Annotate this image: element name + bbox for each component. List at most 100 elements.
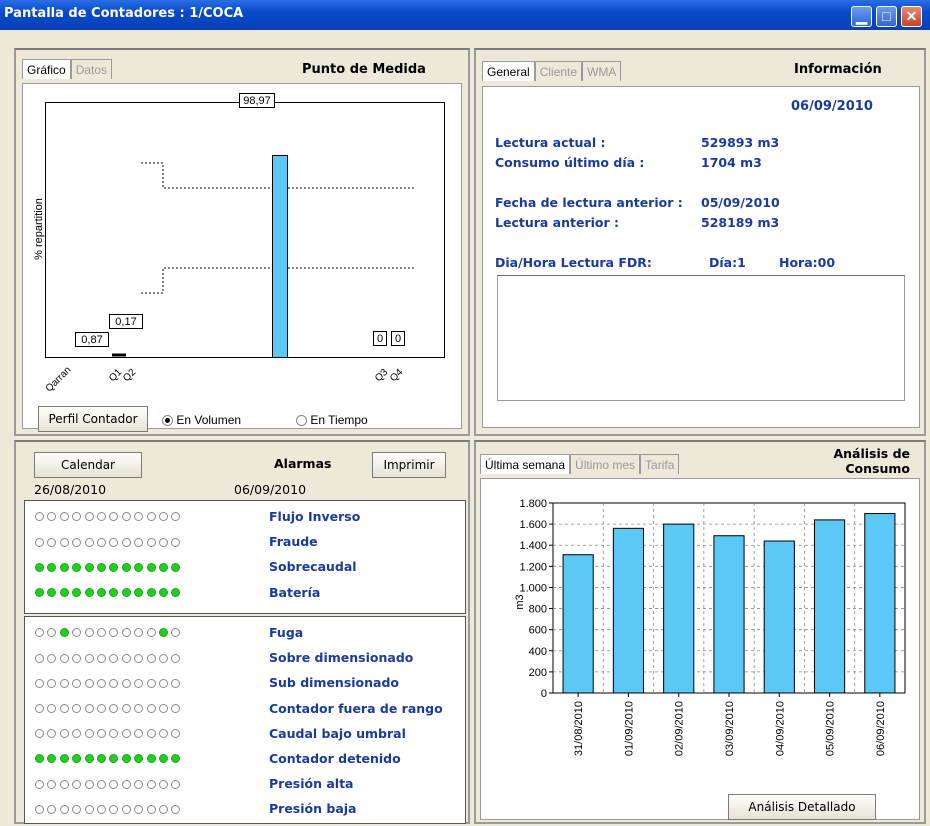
tab-ultimo-mes[interactable]: Último mes [570,454,641,474]
alarm-dot-inactive [121,628,131,638]
tab-grafico[interactable]: Gráfico [22,59,71,79]
value-label-q3: 0 [373,331,387,346]
alarm-dot-inactive [158,729,168,739]
alarm-dot-inactive [171,512,181,522]
consumo-ylabel: m3 [514,594,526,609]
alarm-dot-inactive [158,512,168,522]
y-tick-label: 600 [529,625,547,637]
alarm-dot-inactive [72,703,82,713]
x-tick-label: 06/09/2010 [875,701,887,756]
general-body: 06/09/2010 Lectura actual : 529893 m3 Co… [482,86,920,428]
alarm-dot-active [59,754,69,764]
analisis-detallado-button[interactable]: Análisis Detallado [728,794,876,820]
alarm-dot-inactive [96,628,106,638]
alarm-dot-inactive [84,512,94,522]
tab-general[interactable]: General [482,61,535,81]
value-label-qarran: 0,87 [75,332,109,347]
alarm-dot-inactive [84,729,94,739]
alarm-label: Presión baja [269,801,357,817]
alarm-dot-inactive [109,703,119,713]
alarm-dot-inactive [121,703,131,713]
alarm-dot-inactive [109,779,119,789]
notes-textarea[interactable] [497,275,905,401]
alarm-day-indicators [35,726,184,740]
alarm-day-indicators [35,675,184,689]
x-tick-label: 02/09/2010 [674,701,686,756]
y-tick-label: 400 [529,646,547,658]
radio-en-volumen[interactable]: En Volumen [162,413,241,427]
tab-datos[interactable]: Datos [70,59,113,79]
alarm-dot-active [121,562,131,572]
y-tick-label: 0 [541,688,547,700]
tab-tarifa[interactable]: Tarifa [640,454,680,474]
info-title: Información [794,62,882,77]
distribution-chart: % repartition [33,102,445,358]
alarm-dot-inactive [96,804,106,814]
tab-cliente[interactable]: Cliente [534,61,583,81]
alarm-dot-inactive [35,512,44,522]
fdr-label: Dia/Hora Lectura FDR: [495,255,652,270]
alarm-dot-active [59,628,69,638]
alarm-dot-inactive [96,537,106,547]
consumo-bar [813,519,846,694]
alarm-dot-inactive [109,804,119,814]
alarm-label: Presión alta [269,776,354,792]
alarm-dot-active [109,754,119,764]
alarm-dot-inactive [121,537,131,547]
alarm-dot-inactive [59,678,69,688]
maximize-button[interactable]: □ [876,6,897,27]
alarm-dot-inactive [171,537,181,547]
date-from: 26/08/2010 [34,482,107,497]
alarm-dot-inactive [59,537,69,547]
alarm-dot-inactive [134,678,144,688]
alarm-dot-inactive [35,678,44,688]
alarm-dot-inactive [146,729,156,739]
tick-qarran: Qarran [43,364,74,395]
alarm-dot-active [72,587,82,597]
close-button[interactable]: ✕ [901,6,922,27]
alarm-dot-inactive [109,678,119,688]
alarm-dot-inactive [134,729,144,739]
alarm-dot-active [158,628,168,638]
tab-wma[interactable]: WMA [582,61,622,81]
alarm-dot-active [47,754,57,764]
calendar-button[interactable]: Calendar [34,452,142,478]
alarm-dot-inactive [35,537,44,547]
imprimir-button[interactable]: Imprimir [372,452,446,478]
minimize-button[interactable]: ▁ [851,6,872,27]
alarm-dot-inactive [72,653,82,663]
y-tick-label: 1.200 [519,561,547,573]
consumo-bar [763,540,795,694]
alarm-dot-active [96,587,106,597]
radio-en-tiempo[interactable]: En Tiempo [296,413,368,427]
y-tick-label: 200 [529,667,547,679]
alarm-label: Sub dimensionado [269,675,400,691]
alarm-label: Caudal bajo umbral [269,725,406,741]
alarm-dot-inactive [146,804,156,814]
alarm-dot-inactive [146,703,156,713]
x-tick-label: 03/09/2010 [724,701,736,756]
alarm-dot-inactive [35,628,44,638]
alarm-label: Contador detenido [269,751,401,766]
alarm-dot-inactive [121,512,131,522]
alarm-dot-active [158,587,168,597]
info-date: 06/09/2010 [791,99,873,114]
alarm-dot-inactive [84,537,94,547]
alarm-dot-inactive [35,653,44,663]
alarm-dot-inactive [109,537,119,547]
fecha-anterior-value: 05/09/2010 [701,195,780,210]
perfil-contador-button[interactable]: Perfil Contador [38,406,148,432]
alarm-dot-inactive [96,729,106,739]
alarm-dot-inactive [35,804,44,814]
alarm-dot-active [59,587,69,597]
alarm-dot-inactive [109,729,119,739]
alarm-dot-active [146,754,156,764]
alarm-dot-inactive [171,628,181,638]
alarm-dot-inactive [146,537,156,547]
tab-ultima-semana[interactable]: Última semana [480,454,571,474]
alarm-dot-active [121,587,131,597]
alarm-dot-inactive [72,804,82,814]
alarm-dot-inactive [158,779,168,789]
alarm-dot-inactive [84,804,94,814]
alarm-dot-active [109,562,119,572]
